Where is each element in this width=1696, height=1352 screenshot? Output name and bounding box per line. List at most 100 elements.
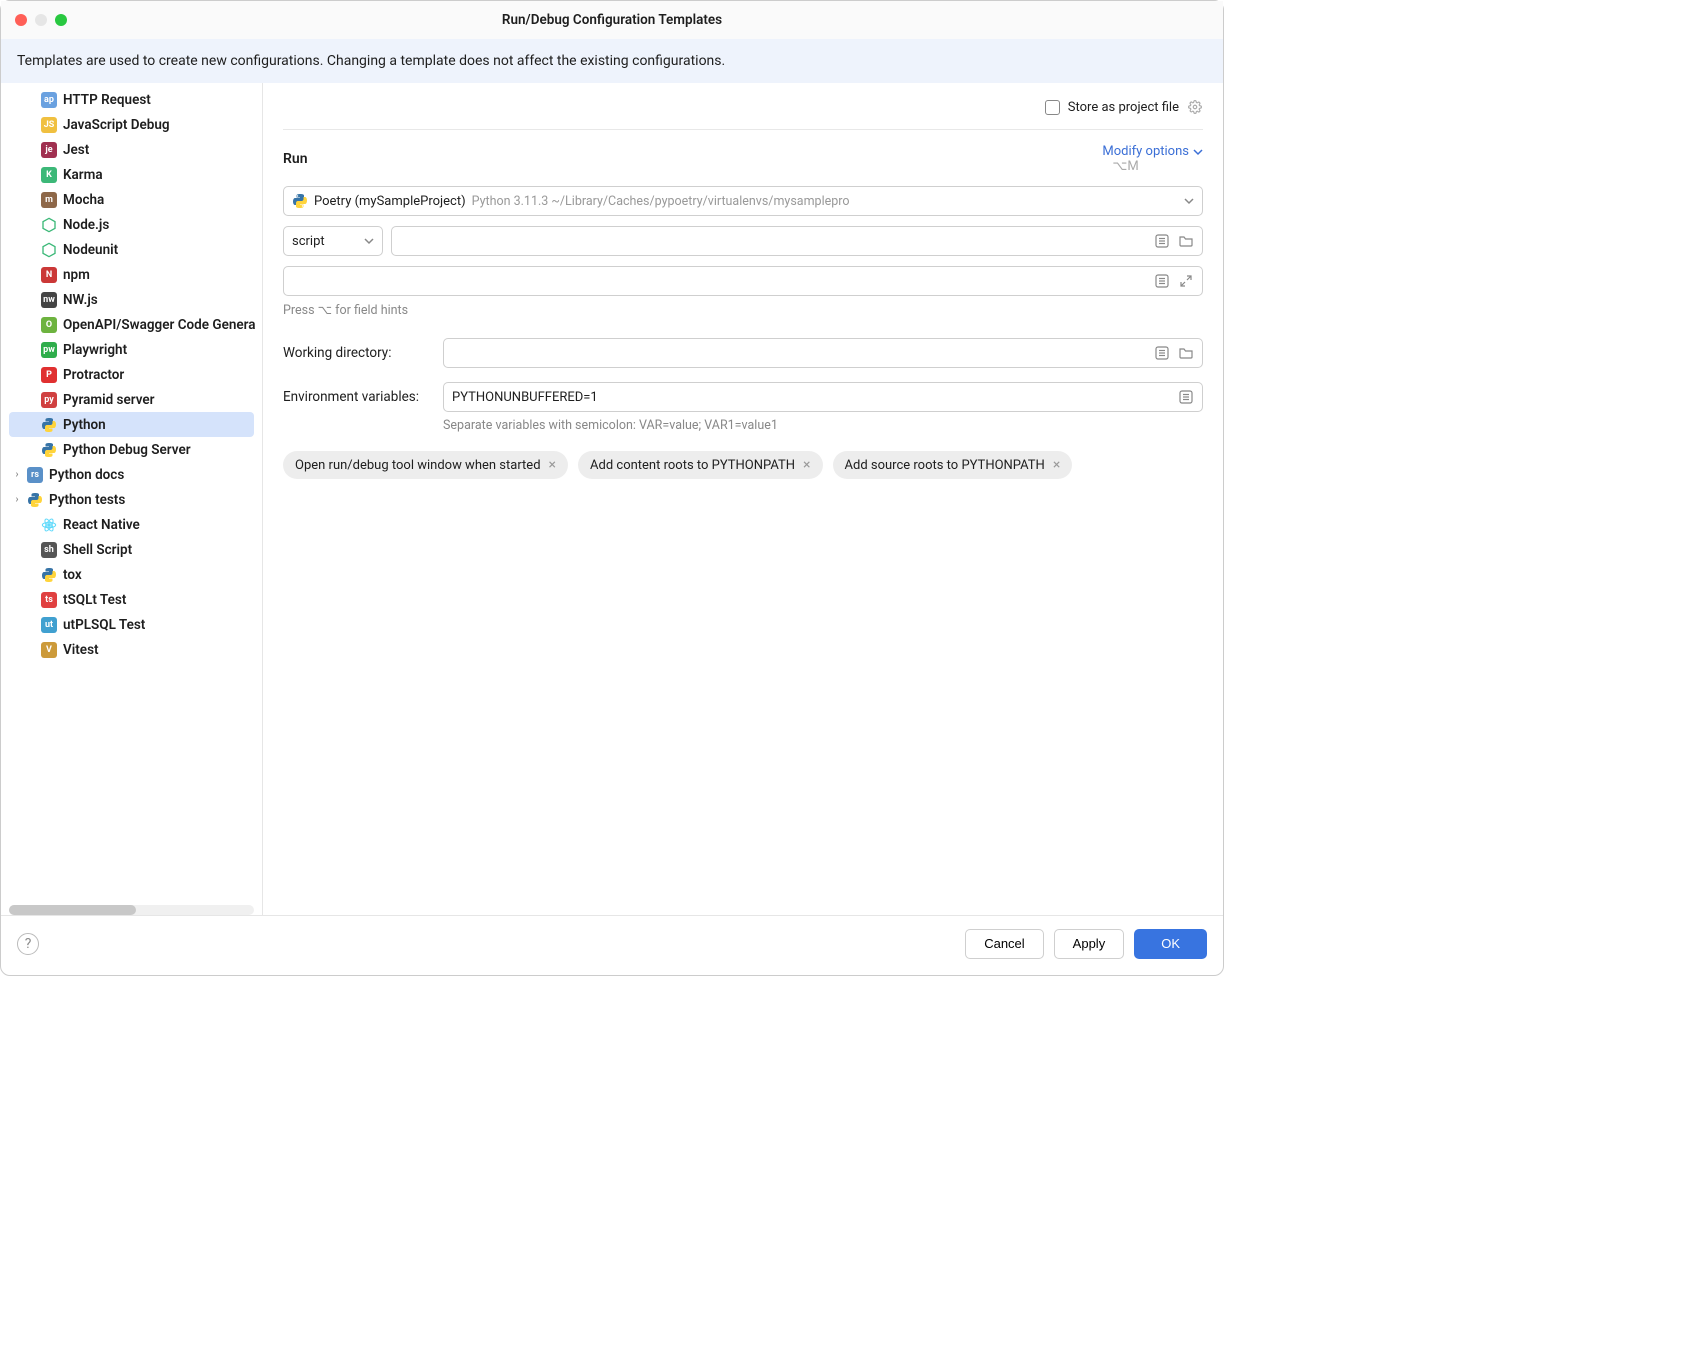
gear-icon[interactable] (1187, 99, 1203, 115)
config-type-icon (41, 517, 57, 533)
list-icon[interactable] (1154, 273, 1170, 289)
close-window-button[interactable] (15, 14, 27, 26)
chip-label: Add content roots to PYTHONPATH (590, 458, 795, 473)
tree-item-python-debug-server[interactable]: Python Debug Server (1, 437, 262, 462)
chip-label: Add source roots to PYTHONPATH (845, 458, 1045, 473)
list-icon[interactable] (1154, 233, 1170, 249)
tree-item-node-js[interactable]: Node.js (1, 212, 262, 237)
tree-item-nw-js[interactable]: nw NW.js (1, 287, 262, 312)
expand-icon[interactable] (1178, 273, 1194, 289)
config-type-icon: sh (41, 542, 57, 558)
store-as-project-label: Store as project file (1068, 100, 1179, 115)
config-type-icon: ap (41, 92, 57, 108)
options-chips: Open run/debug tool window when started ×… (283, 451, 1203, 479)
config-type-icon: K (41, 167, 57, 183)
interpreter-detail: Python 3.11.3 ~/Library/Caches/pypoetry/… (472, 194, 1178, 209)
tree-item-tox[interactable]: tox (1, 562, 262, 587)
config-type-icon (27, 492, 43, 508)
tree-item-label: npm (63, 267, 90, 283)
tree-item-javascript-debug[interactable]: JS JavaScript Debug (1, 112, 262, 137)
tree-item-react-native[interactable]: React Native (1, 512, 262, 537)
minimize-window-button[interactable] (35, 14, 47, 26)
option-chip[interactable]: Add source roots to PYTHONPATH × (833, 451, 1073, 479)
tree-item-jest[interactable]: jeJest (1, 137, 262, 162)
tree-item-label: OpenAPI/Swagger Code Genera (63, 317, 256, 333)
ok-button[interactable]: OK (1134, 929, 1207, 959)
env-label: Environment variables: (283, 389, 443, 405)
tree-item-playwright[interactable]: pwPlaywright (1, 337, 262, 362)
info-banner: Templates are used to create new configu… (1, 39, 1223, 83)
config-type-tree[interactable]: apHTTP RequestJSJavaScript DebugjeJestKK… (1, 83, 263, 915)
folder-icon[interactable] (1178, 345, 1194, 361)
tree-item-label: Node.js (63, 217, 109, 233)
config-type-icon (41, 417, 57, 433)
maximize-window-button[interactable] (55, 14, 67, 26)
tree-item-python-tests[interactable]: ›Python tests (1, 487, 262, 512)
tree-item-utplsql-test[interactable]: ututPLSQL Test (1, 612, 262, 637)
tree-item-http-request[interactable]: apHTTP Request (1, 87, 262, 112)
python-icon (292, 193, 308, 209)
tree-item-label: utPLSQL Test (63, 617, 145, 633)
tree-item-python[interactable]: Python (9, 412, 254, 437)
tree-item-npm[interactable]: Nnpm (1, 262, 262, 287)
interpreter-name: Poetry (mySampleProject) (314, 194, 466, 209)
list-icon[interactable] (1178, 389, 1194, 405)
tree-item-label: React Native (63, 517, 140, 533)
tree-item-shell-script[interactable]: sh Shell Script (1, 537, 262, 562)
config-type-icon: ts (41, 592, 57, 608)
window-controls (15, 14, 67, 26)
config-type-icon (41, 242, 57, 258)
config-type-icon: pw (41, 342, 57, 358)
cancel-button[interactable]: Cancel (965, 929, 1043, 959)
config-type-icon: nw (41, 292, 57, 308)
chip-remove-icon[interactable]: × (1053, 457, 1060, 473)
working-dir-input[interactable] (443, 338, 1203, 368)
store-as-project-checkbox[interactable] (1045, 100, 1060, 115)
chevron-down-icon (364, 236, 374, 246)
config-type-icon: py (41, 392, 57, 408)
config-type-icon (41, 567, 57, 583)
help-button[interactable]: ? (17, 933, 39, 955)
run-section-title: Run (283, 151, 308, 167)
option-chip[interactable]: Open run/debug tool window when started × (283, 451, 568, 479)
tree-item-label: Python Debug Server (63, 442, 191, 458)
script-path-input[interactable] (391, 226, 1203, 256)
modify-options-link[interactable]: Modify options (1102, 144, 1203, 159)
tree-item-label: Nodeunit (63, 242, 118, 258)
chip-label: Open run/debug tool window when started (295, 458, 541, 473)
tree-item-label: Pyramid server (63, 392, 155, 408)
chip-remove-icon[interactable]: × (803, 457, 810, 473)
env-help-text: Separate variables with semicolon: VAR=v… (443, 418, 1203, 433)
option-chip[interactable]: Add content roots to PYTHONPATH × (578, 451, 823, 479)
tree-item-tsqlt-test[interactable]: tstSQLt Test (1, 587, 262, 612)
env-input[interactable]: PYTHONUNBUFFERED=1 (443, 382, 1203, 412)
config-type-icon: O (41, 317, 57, 333)
tree-item-label: NW.js (63, 292, 98, 308)
horizontal-scrollbar[interactable] (9, 905, 254, 915)
titlebar: Run/Debug Configuration Templates (1, 1, 1223, 39)
apply-button[interactable]: Apply (1054, 929, 1125, 959)
tree-item-pyramid-server[interactable]: py Pyramid server (1, 387, 262, 412)
tree-item-vitest[interactable]: VVitest (1, 637, 262, 662)
config-type-icon: JS (41, 117, 57, 133)
tree-item-label: Python docs (49, 467, 124, 483)
tree-item-label: Shell Script (63, 542, 132, 558)
list-icon[interactable] (1154, 345, 1170, 361)
field-hint: Press ⌥ for field hints (283, 302, 1203, 318)
folder-icon[interactable] (1178, 233, 1194, 249)
tree-item-python-docs[interactable]: ›rsPython docs (1, 462, 262, 487)
tree-item-karma[interactable]: KKarma (1, 162, 262, 187)
tree-item-protractor[interactable]: PProtractor (1, 362, 262, 387)
tree-item-label: JavaScript Debug (63, 117, 170, 133)
chevron-right-icon: › (13, 469, 21, 480)
tree-item-label: Python tests (49, 492, 125, 508)
parameters-input[interactable] (283, 266, 1203, 296)
tree-item-label: tox (63, 567, 82, 583)
config-type-icon: je (41, 142, 57, 158)
script-mode-select[interactable]: script (283, 226, 383, 256)
chip-remove-icon[interactable]: × (549, 457, 556, 473)
interpreter-dropdown[interactable]: Poetry (mySampleProject) Python 3.11.3 ~… (283, 186, 1203, 216)
tree-item-mocha[interactable]: mMocha (1, 187, 262, 212)
tree-item-nodeunit[interactable]: Nodeunit (1, 237, 262, 262)
tree-item-openapi-swagger-code-genera[interactable]: O OpenAPI/Swagger Code Genera (1, 312, 262, 337)
